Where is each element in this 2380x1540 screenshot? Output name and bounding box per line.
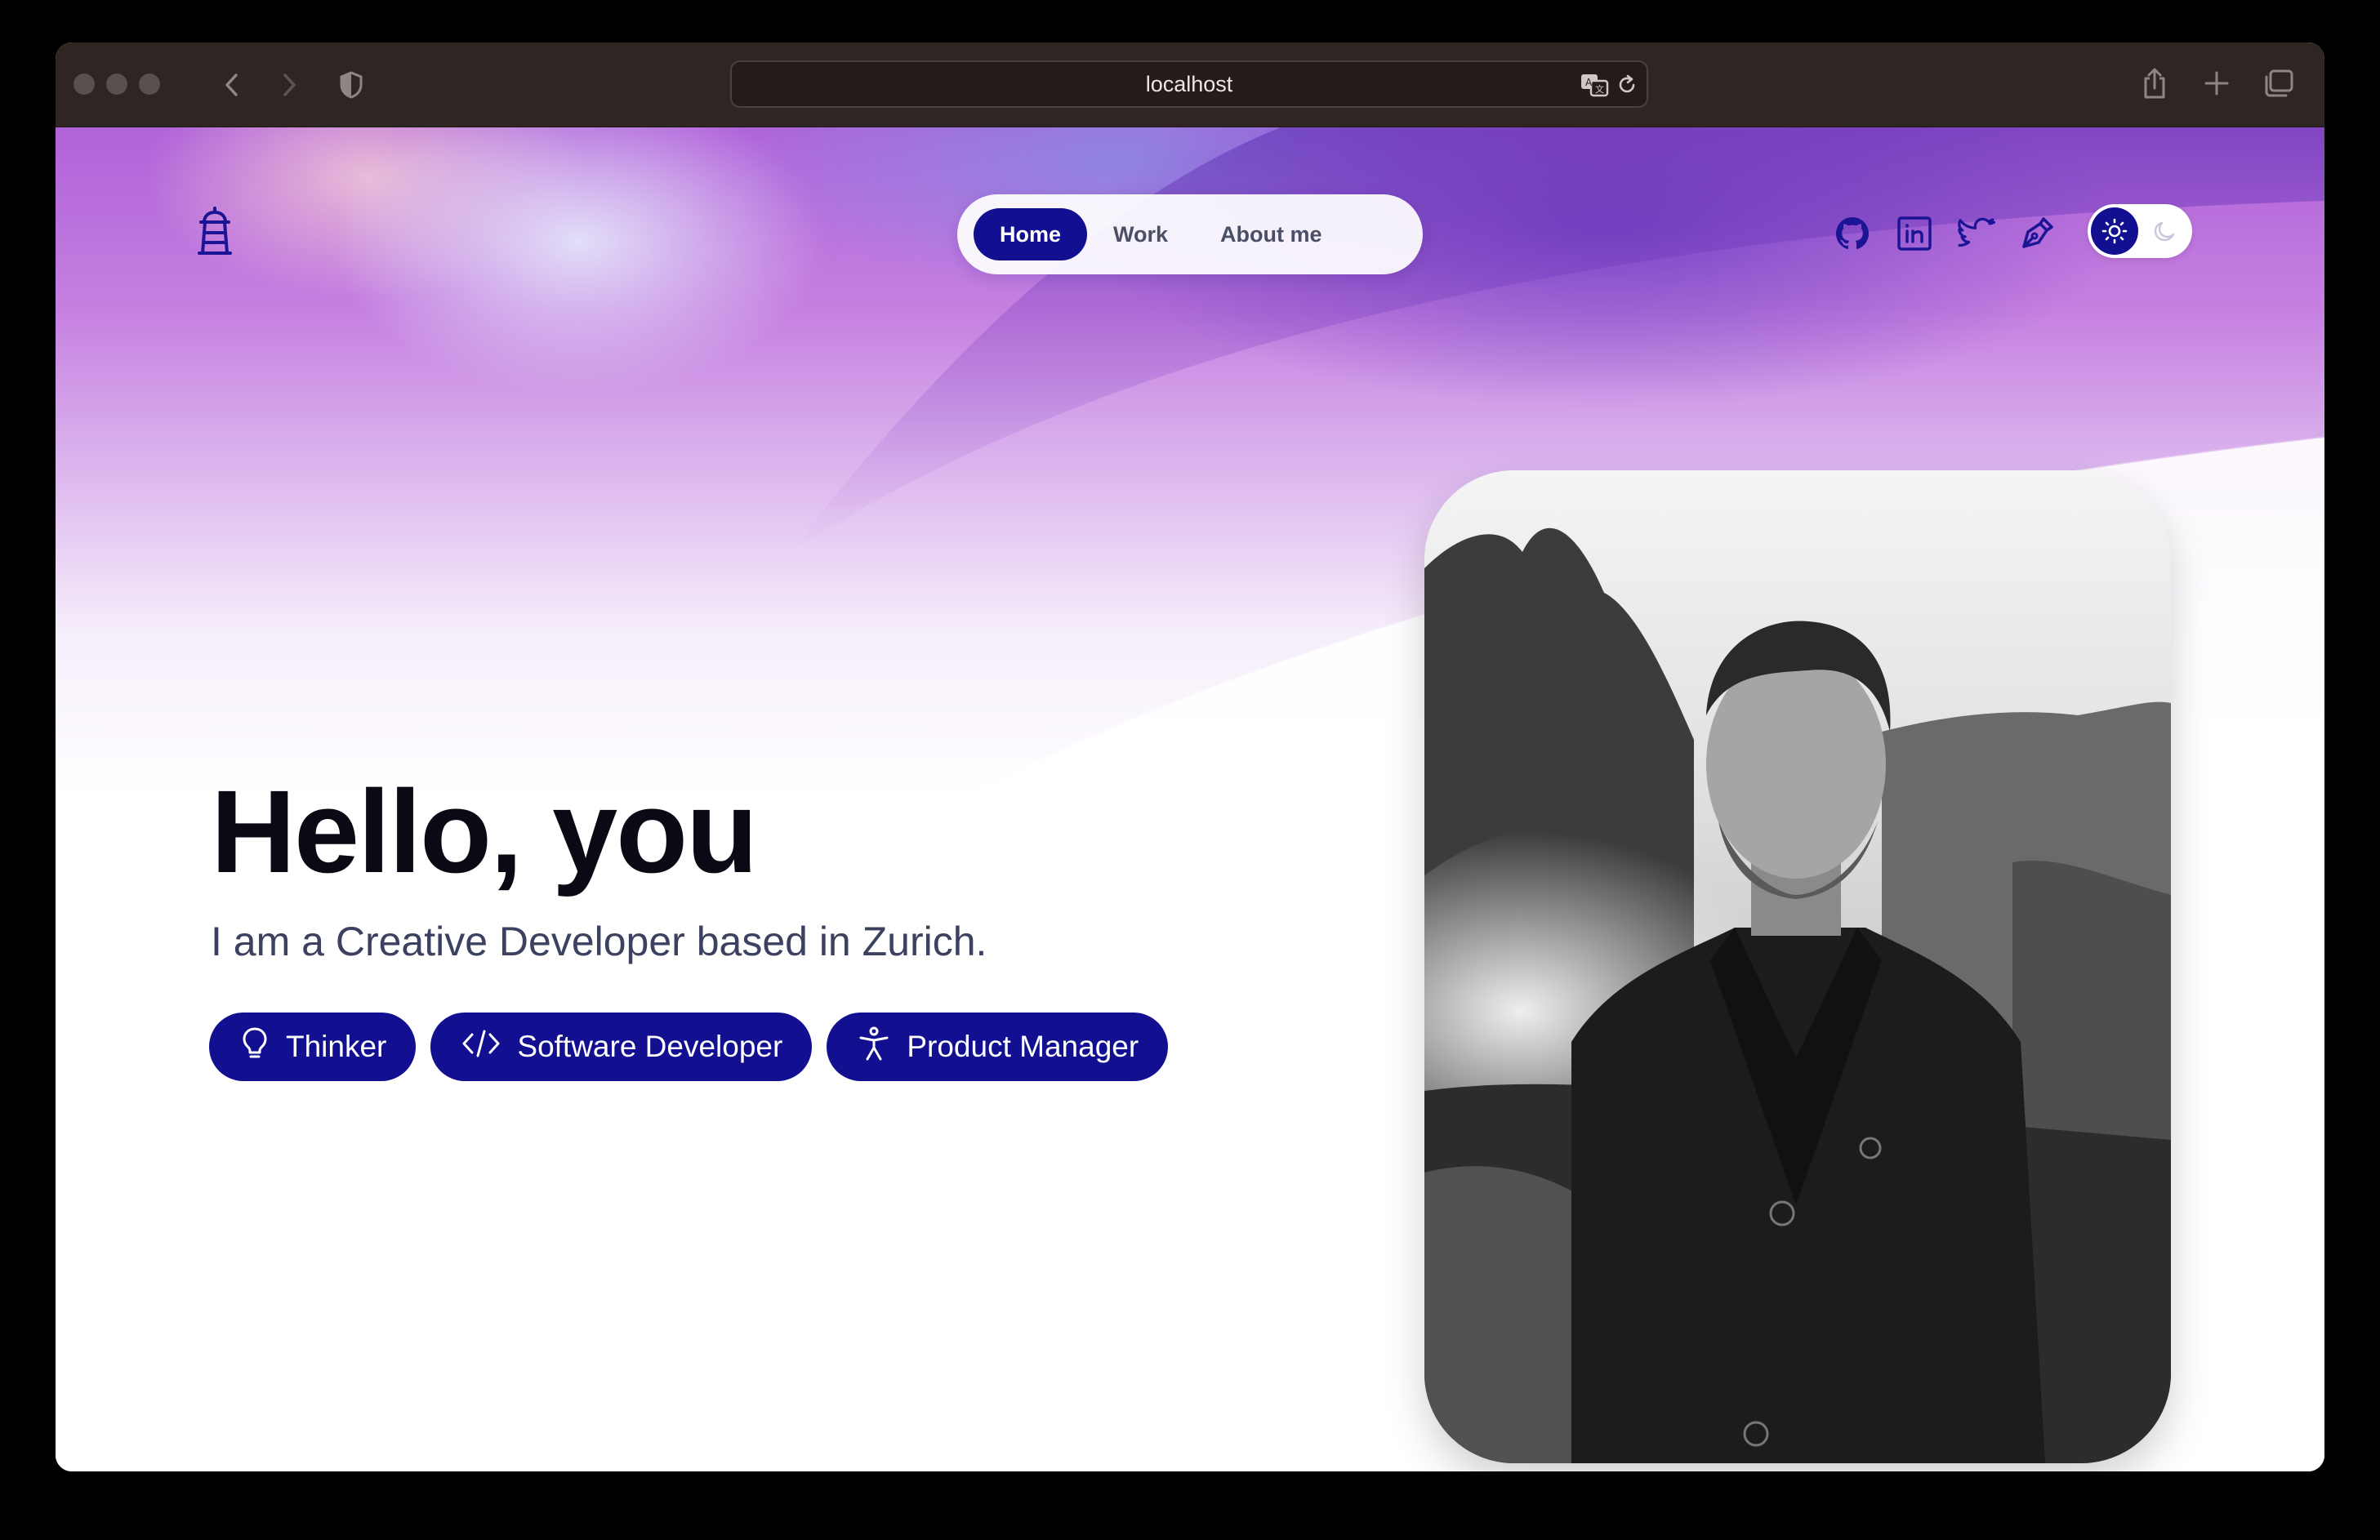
svg-text:文: 文 [1595, 83, 1604, 95]
address-bar-url: localhost [1145, 71, 1233, 96]
portrait-photo [1424, 470, 2171, 1463]
moon-icon[interactable] [2146, 212, 2184, 250]
reload-icon[interactable] [1616, 73, 1638, 96]
nav-item-about-me[interactable]: About me [1194, 208, 1348, 260]
tabs-overview-icon[interactable] [2261, 67, 2297, 100]
chip-label: Thinker [286, 1030, 387, 1063]
shield-icon[interactable] [335, 69, 368, 101]
chip-software-developer[interactable]: Software Developer [430, 1013, 813, 1081]
web-page: Home Work About me Hello, you I am a Cre… [56, 127, 2324, 1471]
main-navigation: Home Work About me [957, 194, 1423, 274]
nav-item-work[interactable]: Work [1087, 208, 1194, 260]
accessibility-icon [858, 1026, 890, 1069]
role-chips: Thinker Software Developer Product Manag… [209, 1013, 1169, 1081]
minimize-window-button[interactable] [106, 73, 127, 95]
chip-label: Software Developer [517, 1030, 783, 1063]
close-window-button[interactable] [74, 73, 95, 95]
pen-tool-icon[interactable] [2017, 214, 2057, 253]
translate-icon[interactable]: A文 [1580, 72, 1609, 98]
share-icon[interactable] [2138, 65, 2171, 101]
hero-subtitle: I am a Creative Developer based in Zuric… [211, 919, 987, 964]
lightbulb-icon [240, 1026, 270, 1068]
plus-icon[interactable] [2200, 67, 2233, 100]
theme-toggle[interactable] [2088, 204, 2192, 258]
linkedin-icon[interactable] [1895, 214, 1934, 253]
code-icon [461, 1029, 501, 1066]
lighthouse-icon[interactable] [193, 206, 237, 256]
chip-product-manager[interactable]: Product Manager [827, 1013, 1169, 1081]
chevron-left-icon[interactable] [216, 69, 248, 101]
browser-window: localhost A文 Home Work About me Hello, y… [56, 42, 2324, 1471]
svg-text:A: A [1585, 77, 1593, 88]
chevron-right-icon[interactable] [273, 69, 305, 101]
zoom-window-button[interactable] [139, 73, 160, 95]
github-icon[interactable] [1833, 214, 1872, 253]
sun-icon[interactable] [2091, 207, 2138, 255]
address-bar[interactable]: localhost A文 [730, 60, 1648, 108]
hero-title: Hello, you [211, 766, 758, 897]
nav-item-home[interactable]: Home [974, 208, 1088, 260]
chip-label: Product Manager [907, 1030, 1139, 1063]
twitter-icon[interactable] [1957, 214, 1996, 253]
browser-toolbar: localhost A文 [56, 42, 2324, 127]
chip-thinker[interactable]: Thinker [209, 1013, 417, 1081]
